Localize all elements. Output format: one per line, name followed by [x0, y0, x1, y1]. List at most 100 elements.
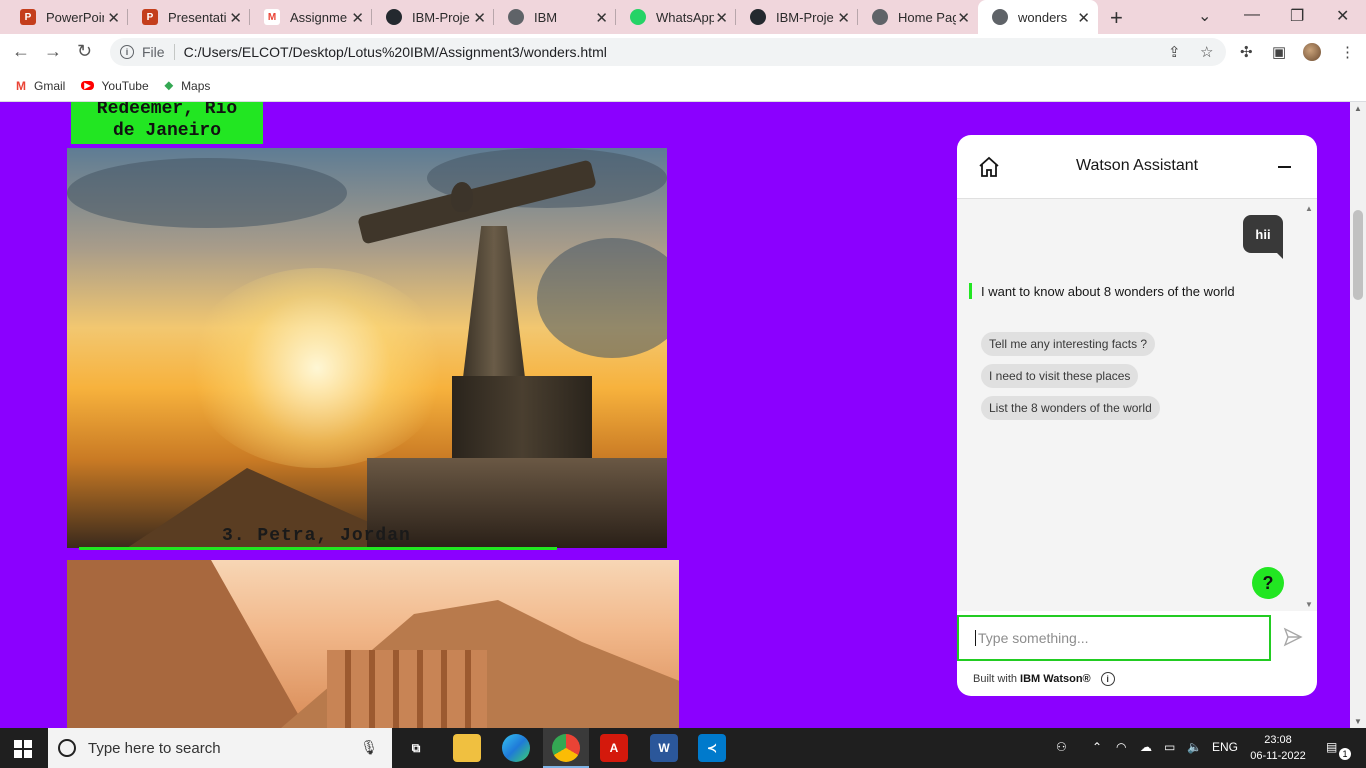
- minimize-chat-icon[interactable]: [1278, 166, 1291, 168]
- back-icon[interactable]: ←: [12, 41, 30, 62]
- close-tab-icon[interactable]: ✕: [351, 9, 364, 27]
- vscode-icon[interactable]: ≺: [698, 734, 726, 762]
- profile-avatar[interactable]: [1303, 43, 1321, 61]
- word-icon[interactable]: W: [650, 734, 678, 762]
- taskbar-clock[interactable]: 23:08 06-11-2022: [1246, 732, 1310, 764]
- language-indicator[interactable]: ENG: [1212, 740, 1238, 754]
- task-view-icon[interactable]: ⧉: [402, 734, 430, 762]
- notification-badge: 1: [1339, 748, 1351, 760]
- close-tab-icon[interactable]: ✕: [229, 9, 242, 27]
- help-button[interactable]: ?: [1252, 567, 1284, 599]
- clock-date: 06-11-2022: [1250, 750, 1306, 762]
- option-button[interactable]: List the 8 wonders of the world: [981, 396, 1160, 420]
- scheme-label: File: [142, 44, 165, 60]
- volume-icon[interactable]: 🔈: [1187, 740, 1202, 754]
- chat-scrollbar[interactable]: ▲ ▼: [1301, 199, 1317, 611]
- bookmark-star-icon[interactable]: ☆: [1200, 43, 1213, 61]
- side-panel-icon[interactable]: ▣: [1272, 43, 1286, 61]
- restore-icon[interactable]: ❐: [1290, 6, 1304, 26]
- maps-icon: ⬥: [164, 78, 174, 92]
- globe-icon: [992, 9, 1008, 25]
- address-bar[interactable]: i File C:/Users/ELCOT/Desktop/Lotus%20IB…: [110, 38, 1226, 66]
- close-tab-icon[interactable]: ✕: [107, 9, 120, 27]
- chat-message-input[interactable]: Type something...: [957, 615, 1271, 661]
- browser-tab[interactable]: P PowerPoin ✕: [6, 0, 128, 34]
- page-scrollbar[interactable]: ▲ ▼: [1350, 102, 1366, 728]
- wifi-icon[interactable]: ◠: [1116, 740, 1126, 754]
- scrollbar-thumb[interactable]: [1353, 210, 1363, 300]
- wonder-label-line: de Janeiro: [112, 121, 222, 141]
- youtube-icon: ▶: [81, 81, 94, 90]
- browser-tab[interactable]: IBM-Proje ✕: [372, 0, 494, 34]
- people-icon[interactable]: ⚇: [1056, 740, 1067, 754]
- tab-title: Home Pag: [898, 9, 956, 25]
- bookmark-maps[interactable]: ⬥ Maps: [165, 78, 211, 93]
- extensions-icon[interactable]: ✣: [1240, 43, 1253, 61]
- github-icon: [750, 9, 766, 25]
- github-icon: [386, 9, 402, 25]
- bookmark-youtube[interactable]: ▶ YouTube: [81, 78, 149, 93]
- watson-header: Watson Assistant: [957, 135, 1317, 199]
- browser-tab-active[interactable]: wonders ✕: [978, 0, 1098, 34]
- bookmark-label: YouTube: [101, 78, 149, 93]
- scroll-down-icon[interactable]: ▼: [1305, 600, 1313, 609]
- watson-title: Watson Assistant: [1075, 157, 1199, 174]
- watson-footer: Built with IBM Watson® i: [973, 672, 1115, 686]
- reload-icon[interactable]: ↻: [77, 41, 92, 62]
- bookmark-label: Maps: [181, 78, 211, 93]
- menu-icon[interactable]: ⋮: [1340, 43, 1355, 61]
- file-explorer-icon[interactable]: [453, 734, 481, 762]
- edge-icon[interactable]: [502, 734, 530, 762]
- petra-image: [67, 560, 679, 728]
- tab-title: PowerPoin: [46, 9, 104, 25]
- tab-title: Assignmen: [290, 9, 348, 25]
- new-tab-icon[interactable]: +: [1110, 5, 1123, 31]
- info-icon[interactable]: i: [1100, 672, 1115, 686]
- tab-title: Presentatio: [168, 9, 226, 25]
- scroll-down-icon[interactable]: ▼: [1354, 717, 1362, 726]
- windows-taskbar: Type here to search 🎙 ⧉ A W ≺ ⚇ ⌃ ◠ ☁ ▭ …: [0, 728, 1366, 768]
- chevron-up-icon[interactable]: ⌃: [1092, 740, 1102, 754]
- acrobat-icon[interactable]: A: [600, 734, 628, 762]
- send-icon[interactable]: [1283, 627, 1303, 647]
- browser-tab[interactable]: Home Pag ✕: [858, 0, 978, 34]
- microphone-icon[interactable]: 🎙: [360, 739, 378, 756]
- battery-icon[interactable]: ▭: [1164, 740, 1175, 754]
- close-tab-icon[interactable]: ✕: [837, 9, 850, 27]
- minimize-icon[interactable]: —: [1244, 6, 1260, 24]
- tab-title: WhatsApp: [656, 9, 714, 25]
- share-icon[interactable]: ⇪: [1168, 43, 1181, 61]
- browser-tab[interactable]: M Assignmen ✕: [250, 0, 372, 34]
- tab-title: IBM-Proje: [412, 9, 470, 25]
- chrome-icon[interactable]: [552, 734, 580, 762]
- windows-start-icon[interactable]: [14, 740, 32, 758]
- scroll-up-icon[interactable]: ▲: [1305, 204, 1313, 213]
- footer-brand: IBM Watson®: [1020, 673, 1091, 685]
- notification-icon[interactable]: ▤: [1326, 740, 1337, 754]
- close-tab-icon[interactable]: ✕: [1077, 9, 1090, 27]
- browser-tab[interactable]: IBM ✕: [494, 0, 616, 34]
- close-tab-icon[interactable]: ✕: [473, 9, 486, 27]
- site-info-icon[interactable]: i: [120, 45, 134, 59]
- close-window-icon[interactable]: ✕: [1336, 6, 1349, 26]
- search-icon: [58, 739, 76, 757]
- close-tab-icon[interactable]: ✕: [595, 9, 608, 27]
- url-text[interactable]: C:/Users/ELCOT/Desktop/Lotus%20IBM/Assig…: [184, 44, 607, 60]
- tab-title: IBM-Proje: [776, 9, 834, 25]
- wonder-caption-petra: 3. Petra, Jordan: [222, 526, 411, 546]
- cloud-icon[interactable]: ☁: [1140, 740, 1152, 754]
- close-tab-icon[interactable]: ✕: [715, 9, 728, 27]
- close-tab-icon[interactable]: ✕: [957, 9, 970, 27]
- tab-search-icon[interactable]: ⌄: [1198, 6, 1211, 26]
- caption-underline: [79, 547, 557, 550]
- option-button[interactable]: Tell me any interesting facts ?: [981, 332, 1156, 356]
- browser-tab[interactable]: IBM-Proje ✕: [736, 0, 858, 34]
- bookmark-gmail[interactable]: M Gmail: [16, 79, 65, 93]
- forward-icon[interactable]: →: [44, 41, 62, 62]
- chat-transcript: hii I want to know about 8 wonders of th…: [957, 199, 1301, 611]
- option-button[interactable]: I need to visit these places: [981, 364, 1139, 388]
- browser-tab[interactable]: P Presentatio ✕: [128, 0, 250, 34]
- scroll-up-icon[interactable]: ▲: [1354, 104, 1362, 113]
- taskbar-search-box[interactable]: Type here to search 🎙: [48, 728, 392, 768]
- browser-tab[interactable]: WhatsApp ✕: [616, 0, 736, 34]
